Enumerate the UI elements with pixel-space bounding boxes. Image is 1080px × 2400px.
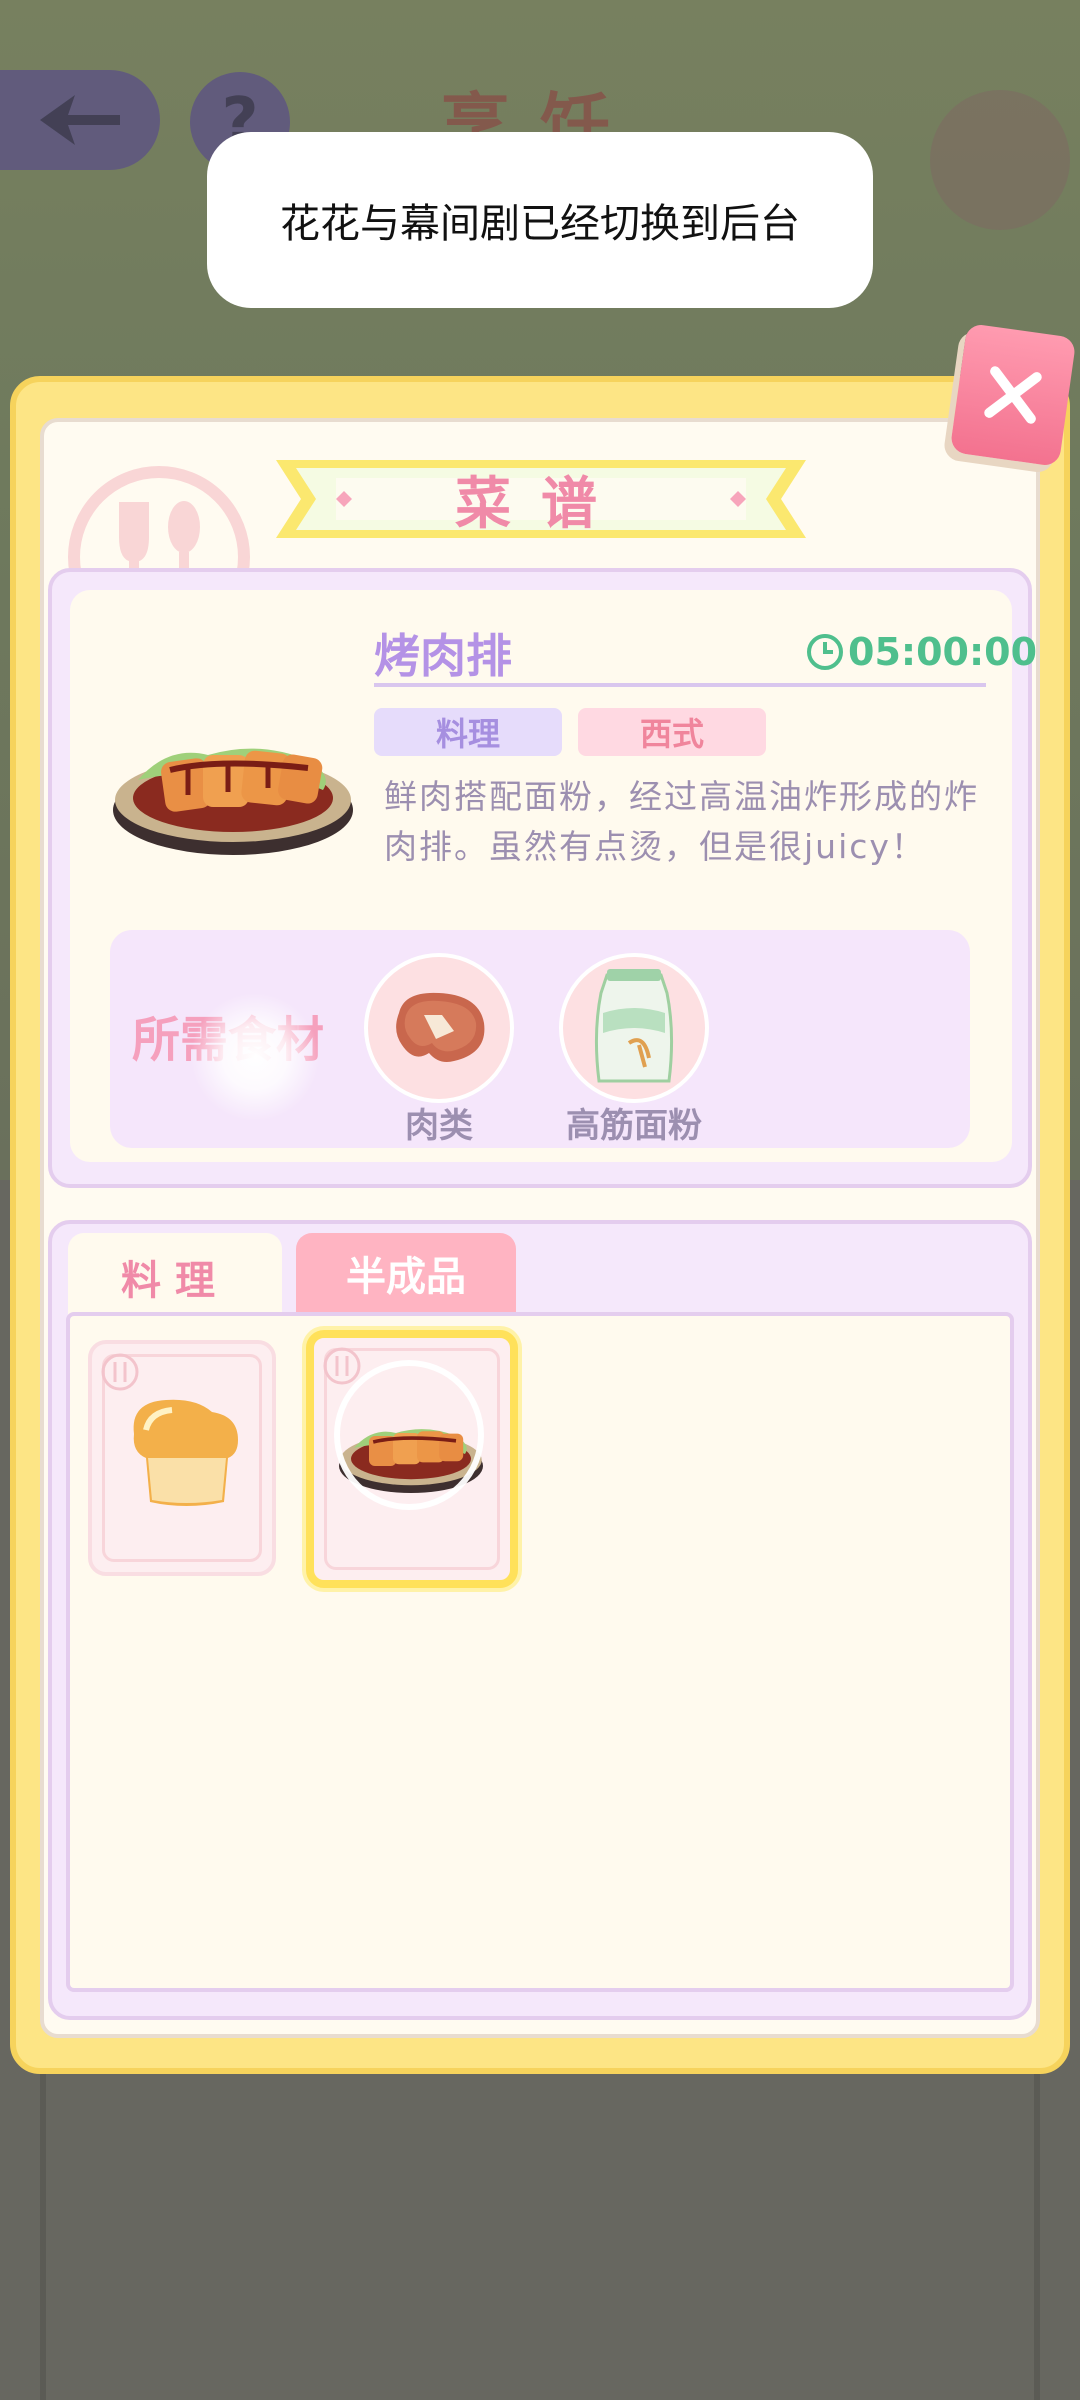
- fork-spoon-icon: [101, 1353, 139, 1391]
- tag-cuisine-type: 料理: [374, 708, 562, 756]
- recipe-name: 烤肉排: [374, 629, 512, 683]
- close-icon: [984, 366, 1042, 424]
- selection-ring: [334, 1360, 484, 1510]
- panel-title: 菜谱: [455, 471, 627, 537]
- recipe-timer: 05:00:00: [806, 630, 1037, 674]
- back-arrow-icon: [40, 95, 120, 145]
- tab-cuisine[interactable]: 料理: [68, 1233, 282, 1321]
- clock-icon: [807, 634, 843, 670]
- title-banner: 菜谱: [276, 452, 806, 546]
- close-button[interactable]: [949, 322, 1077, 468]
- recipe-item-bread[interactable]: [88, 1340, 276, 1576]
- recipe-item-pork-cutlet[interactable]: [306, 1330, 518, 1588]
- divider: [374, 683, 986, 687]
- bread-icon: [133, 1399, 238, 1506]
- ingredient-label: 高筋面粉: [566, 1106, 702, 1146]
- flour-bag-icon: [594, 969, 674, 1083]
- meat-icon: [396, 992, 485, 1062]
- recipe-description: 鲜肉搭配面粉，经过高温油炸形成的炸肉排。虽然有点烫，但是很juicy！: [384, 777, 979, 866]
- tag-style: 西式: [578, 708, 766, 756]
- pork-cutlet-dish-icon: [113, 748, 353, 855]
- ingredient-label: 肉类: [405, 1106, 473, 1146]
- timer-value: 05:00:00: [848, 630, 1038, 674]
- sparkle-glow: [190, 992, 320, 1122]
- back-button[interactable]: [0, 70, 160, 170]
- ingredient-meat[interactable]: [364, 953, 514, 1103]
- background-decoration: [930, 90, 1070, 230]
- tab-semi-finished[interactable]: 半成品: [296, 1233, 516, 1313]
- toast-message: 花花与幕间剧已经切换到后台: [207, 132, 873, 308]
- ingredient-flour[interactable]: [559, 953, 709, 1103]
